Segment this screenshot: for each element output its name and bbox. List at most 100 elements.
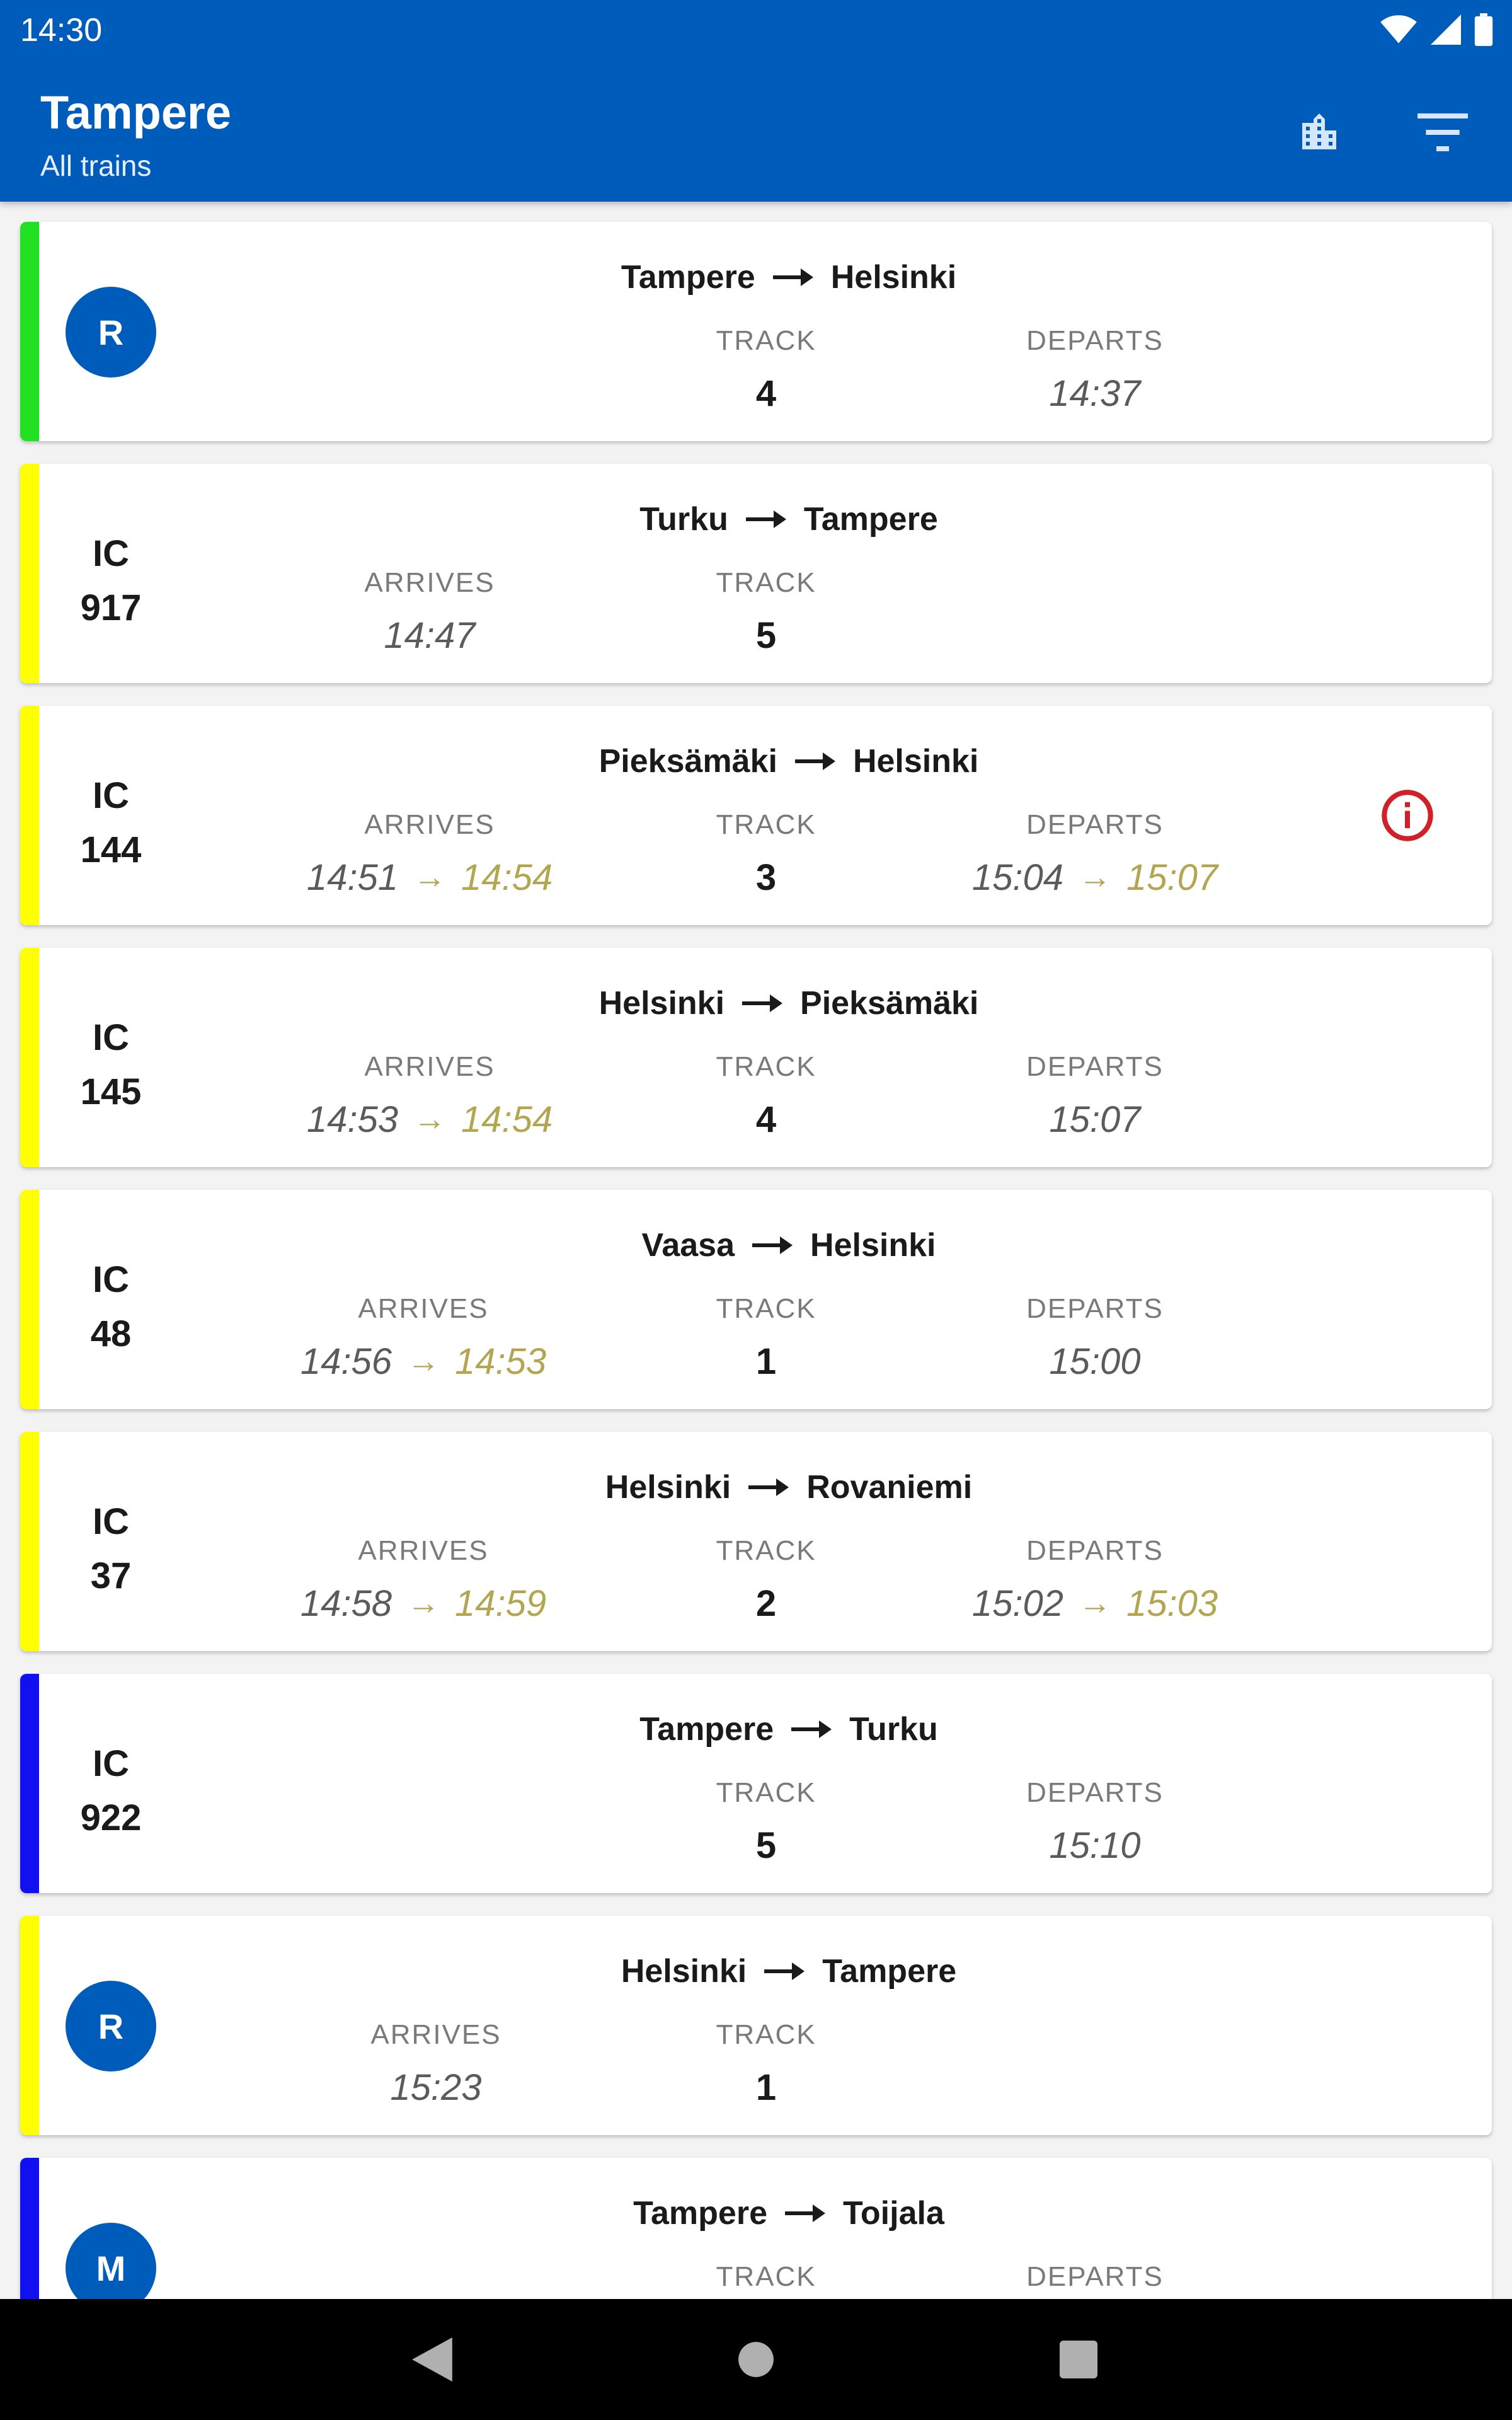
departs-time: 15:00 [1049,1340,1141,1382]
route-destination: Tampere [822,1953,957,1990]
battery-icon [1474,13,1493,46]
city-icon [1302,113,1336,149]
arrives-time: 15:23 [390,2066,482,2108]
train-card[interactable]: IC 37 Helsinki Rovaniemi ARRIVES 14:58 →… [20,1432,1492,1651]
back-button[interactable] [401,2328,464,2391]
track-label: TRACK [716,1777,816,1808]
arrives-label: ARRIVES [370,2019,501,2050]
arrow-right-icon [752,1236,793,1254]
recents-button[interactable] [1047,2328,1110,2391]
train-number: 917 [80,587,142,628]
delay-arrow-icon: → [407,1585,440,1622]
status-time: 14:30 [20,12,103,49]
track-label: TRACK [716,1051,816,1082]
scheduled-time: 14:58 [300,1582,392,1624]
departs-column: DEPARTS [1026,2261,1164,2296]
arrow-right-icon [748,1478,789,1496]
route: Tampere Helsinki [20,252,1492,302]
track-label: TRACK [716,325,816,356]
train-card[interactable]: IC 48 Vaasa Helsinki ARRIVES 14:56 → 14:… [20,1190,1492,1409]
arrives-time: 14:58 → 14:59 [301,1579,546,1627]
arrow-right-icon [764,1962,805,1980]
city-button[interactable] [1288,101,1351,164]
arrow-right-icon [794,752,835,770]
arrow-right-icon [745,510,786,528]
route: Vaasa Helsinki [20,1220,1492,1270]
route-destination: Pieksämäki [800,985,979,1022]
departs-time: 15:02 → 15:03 [972,1579,1218,1627]
track-value: 1 [755,2066,777,2108]
route-destination: Helsinki [830,259,957,296]
arrives-column: ARRIVES 14:47 [364,567,495,659]
arrives-column: ARRIVES 15:23 [370,2019,501,2111]
screen: 14:30 Tampere All trains R Tampere Helsi… [0,0,1512,2420]
train-number: 922 [80,1797,142,1838]
app-bar: 14:30 Tampere All trains [0,0,1512,202]
track-column: TRACK 4 [716,1051,816,1143]
arrives-column: ARRIVES 14:58 → 14:59 [301,1535,546,1627]
delay-arrow-icon: → [1079,1585,1111,1622]
track-column: TRACK 2 [716,1535,816,1627]
train-number: 144 [80,829,142,870]
departs-label: DEPARTS [1026,1293,1164,1324]
route-origin: Helsinki [621,1953,747,1990]
home-circle-icon [738,2342,774,2377]
estimated-time: 14:53 [455,1340,547,1382]
arrives-time: 14:53 → 14:54 [307,1095,553,1143]
filter-button[interactable] [1411,101,1474,164]
train-card[interactable]: R Helsinki Tampere ARRIVES 15:23 TRACK 1 [20,1916,1492,2135]
train-card[interactable]: R Tampere Helsinki TRACK 4 DEPARTS 14:37 [20,222,1492,441]
home-button[interactable] [724,2328,788,2391]
delay-arrow-icon: → [407,1343,440,1380]
train-list[interactable]: R Tampere Helsinki TRACK 4 DEPARTS 14:37… [0,202,1512,2299]
route-destination: Helsinki [810,1227,936,1264]
estimated-time: 14:54 [461,856,553,898]
departs-time: 14:37 [1049,372,1141,414]
departs-label: DEPARTS [1026,1535,1164,1566]
system-nav-bar [0,2299,1512,2420]
departs-time: 15:07 [1049,1098,1141,1140]
track-value: 3 [755,856,777,898]
train-card[interactable]: IC 145 Helsinki Pieksämäki ARRIVES 14:53… [20,948,1492,1167]
estimated-time: 14:59 [455,1582,547,1624]
route: Turku Tampere [20,494,1492,544]
track-value: 2 [755,1582,777,1624]
alert-info-button[interactable] [1380,788,1435,843]
track-column: TRACK 3 [716,809,816,901]
cell-signal-icon [1431,14,1461,45]
departs-column: DEPARTS 14:37 [1026,325,1164,417]
info-icon [1382,790,1433,841]
departs-time: 15:04 → 15:07 [972,853,1218,901]
route-destination: Toijala [843,2195,944,2232]
delay-arrow-icon: → [413,859,446,896]
train-number: 145 [80,1071,142,1112]
track-column: TRACK 1 [716,1293,816,1385]
track-label: TRACK [716,1535,816,1566]
route: Helsinki Rovaniemi [20,1462,1492,1512]
track-value: 4 [755,372,777,414]
status-icons [1380,13,1493,46]
track-label: TRACK [716,809,816,840]
route-origin: Helsinki [605,1469,731,1506]
track-label: TRACK [716,2261,816,2292]
train-card[interactable]: IC 917 Turku Tampere ARRIVES 14:47 TRACK… [20,464,1492,683]
back-triangle-icon [412,2337,452,2382]
track-column: TRACK 5 [716,567,816,659]
page-title: Tampere [40,86,231,139]
track-value: 4 [755,1098,777,1140]
train-card[interactable]: M Tampere Toijala TRACK DEPARTS [20,2158,1492,2299]
train-card[interactable]: IC 144 Pieksämäki Helsinki ARRIVES 14:51… [20,706,1492,925]
track-column: TRACK 4 [716,325,816,417]
arrives-column: ARRIVES 14:56 → 14:53 [301,1293,546,1385]
estimated-time: 15:03 [1126,1582,1218,1624]
scheduled-time: 14:51 [306,856,398,898]
estimated-time: 14:54 [461,1098,553,1140]
filter-icon [1418,113,1468,151]
route-origin: Pieksämäki [598,743,777,780]
arrives-label: ARRIVES [364,567,495,598]
track-label: TRACK [716,2019,816,2050]
route-destination: Turku [849,1711,938,1748]
train-card[interactable]: IC 922 Tampere Turku TRACK 5 DEPARTS 15:… [20,1674,1492,1893]
departs-time: 15:10 [1049,1824,1141,1866]
route: Tampere Toijala [20,2188,1492,2238]
